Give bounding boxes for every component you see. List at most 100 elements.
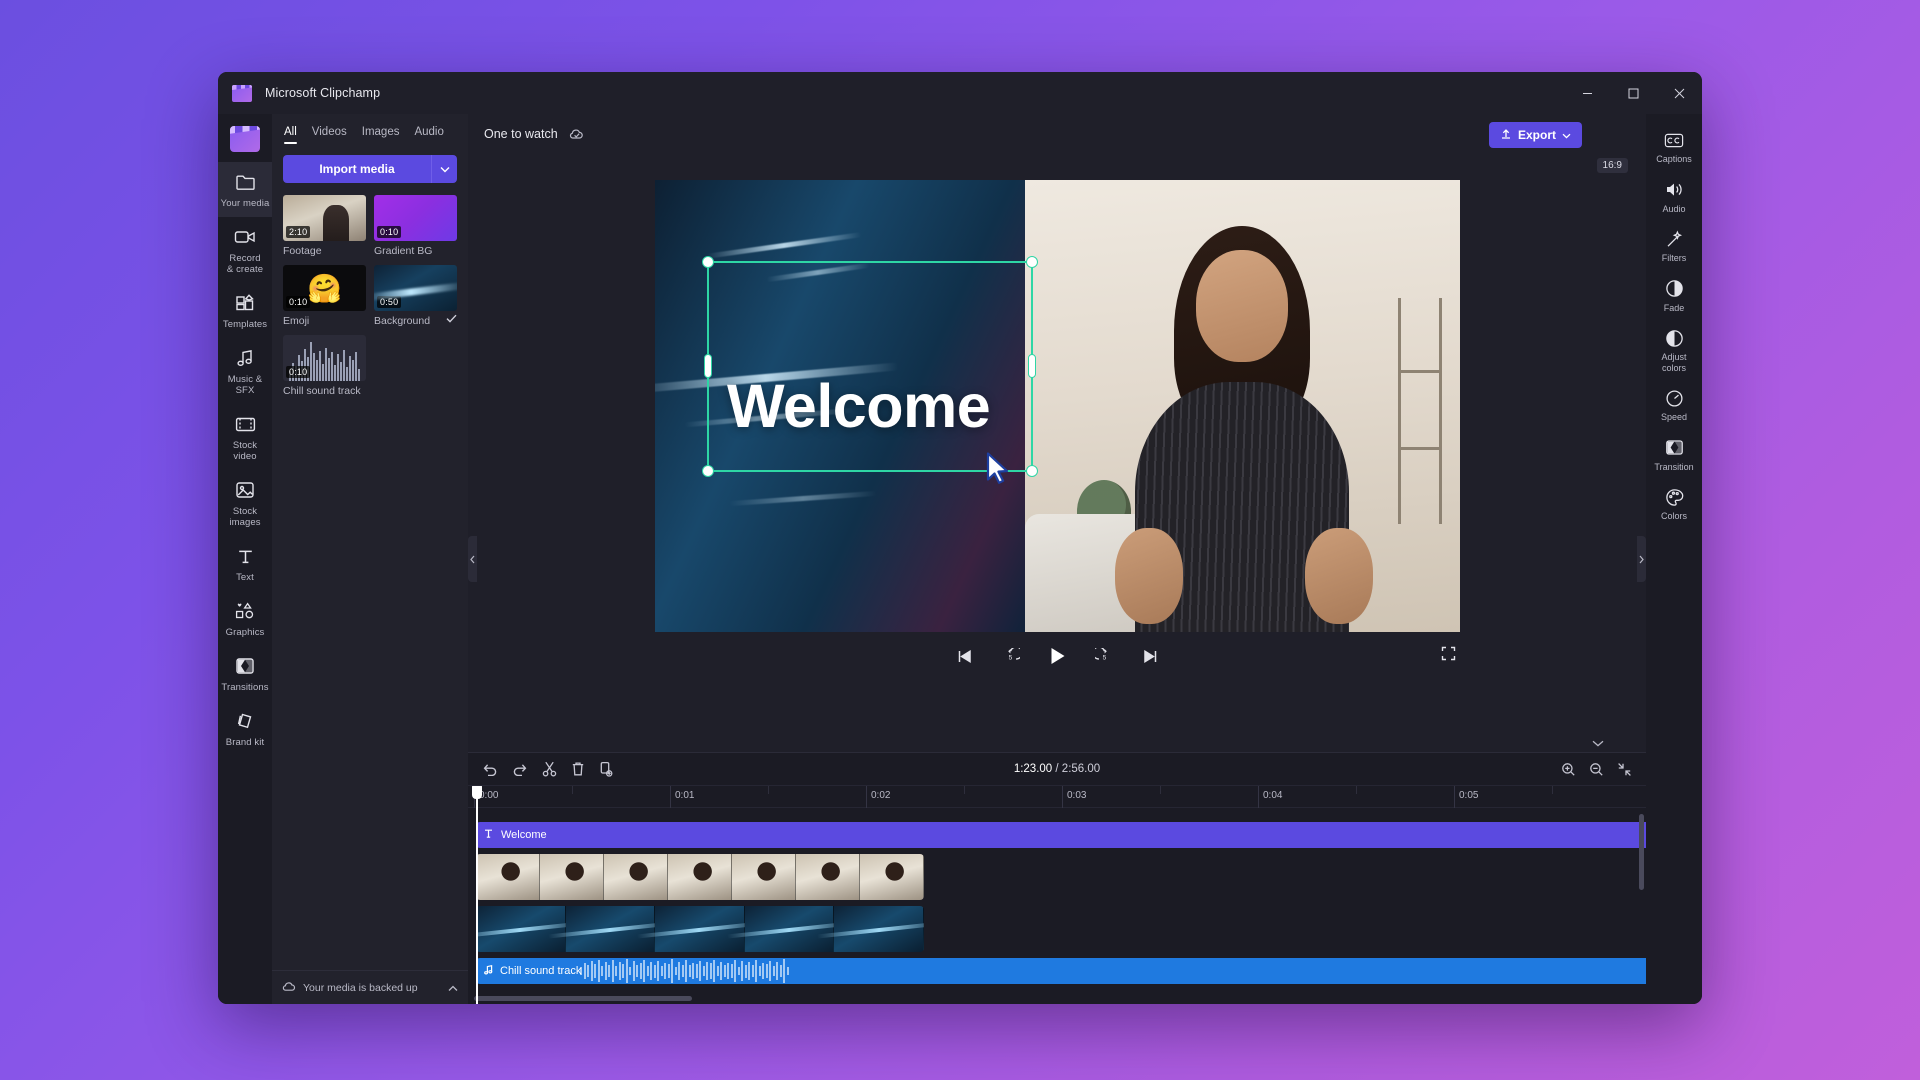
resize-handle-bottom-left[interactable]: [701, 464, 714, 477]
export-button[interactable]: Export: [1488, 122, 1582, 148]
tool-item-adjust-colors[interactable]: Adjust colors: [1646, 320, 1702, 380]
redo-icon[interactable]: [512, 762, 528, 776]
playhead-handle[interactable]: [472, 786, 482, 799]
media-item-label: Emoji: [283, 315, 310, 327]
sidebar-item-stock-video[interactable]: Stock video: [218, 404, 272, 470]
project-title[interactable]: One to watch: [484, 127, 558, 141]
transition-icon: [1665, 438, 1684, 458]
skip-to-start-icon[interactable]: [956, 649, 973, 664]
sidebar-item-your-media[interactable]: Your media: [218, 162, 272, 217]
sidebar-item-graphics[interactable]: Graphics: [218, 591, 272, 646]
tool-item-label: Transition: [1654, 461, 1694, 472]
tool-item-label: Colors: [1660, 511, 1687, 521]
sidebar-item-label: Stock images: [229, 506, 260, 528]
total-time: 2:56.00: [1061, 763, 1101, 775]
media-thumbnail-waveform: 0:10: [283, 335, 366, 381]
tab-videos[interactable]: Videos: [312, 126, 347, 145]
timeline-panel: 1:23.00 / 2:56.00 0:00 0:01 0:02 0:03 0:…: [468, 752, 1646, 1004]
resize-handle-bottom-right[interactable]: [1025, 464, 1038, 477]
chevron-down-icon[interactable]: [431, 155, 457, 183]
resize-handle-top-left[interactable]: [701, 256, 714, 269]
cloud-sync-icon: [568, 127, 585, 141]
media-item-label: Chill sound track: [283, 385, 361, 397]
export-label: Export: [1517, 128, 1556, 142]
clipchamp-logo-icon[interactable]: [230, 126, 260, 152]
sidebar-item-music-sfx[interactable]: Music & SFX: [218, 338, 272, 404]
sidebar-item-brand-kit[interactable]: Brand kit: [218, 701, 272, 756]
media-item-background[interactable]: 0:50 Background: [374, 265, 457, 327]
chevron-up-icon[interactable]: [448, 979, 458, 997]
forward-5-icon[interactable]: 5: [1094, 647, 1114, 665]
tool-item-transition[interactable]: Transition: [1646, 430, 1702, 480]
folder-icon: [235, 171, 256, 193]
resize-handle-middle-left[interactable]: [703, 354, 712, 379]
timeline-track-text: Welcome: [468, 822, 1646, 848]
fit-screen-icon[interactable]: [1617, 762, 1632, 777]
tool-item-filters[interactable]: Filters: [1646, 221, 1702, 271]
chevron-left-icon[interactable]: [468, 536, 477, 582]
speaker-icon: [1664, 180, 1684, 200]
sidebar-item-label: Text: [236, 572, 254, 583]
sidebar-item-stock-images[interactable]: Stock images: [218, 470, 272, 536]
app-window: Microsoft Clipchamp Your media Record & …: [218, 72, 1702, 1004]
zoom-in-icon[interactable]: [1561, 762, 1576, 777]
tool-item-speed[interactable]: Speed: [1646, 380, 1702, 430]
close-icon[interactable]: [1656, 72, 1702, 114]
sidebar-item-templates[interactable]: Templates: [218, 283, 272, 338]
media-item-footage[interactable]: 2:10 Footage: [283, 195, 366, 257]
hugging-face-emoji: 🤗: [307, 272, 342, 304]
tab-audio[interactable]: Audio: [414, 126, 443, 145]
timeline-clip-background[interactable]: [476, 906, 924, 952]
media-item-gradient-bg[interactable]: 0:10 Gradient BG: [374, 195, 457, 257]
trash-icon[interactable]: [571, 761, 585, 777]
rewind-5-icon[interactable]: 5: [1001, 647, 1020, 665]
play-icon[interactable]: [1048, 646, 1067, 666]
sidebar-item-transitions[interactable]: Transitions: [218, 646, 272, 701]
media-thumbnail: 2:10: [283, 195, 366, 241]
media-duration: 0:50: [377, 296, 402, 308]
tool-item-captions[interactable]: Captions: [1646, 122, 1702, 172]
tool-item-fade[interactable]: Fade: [1646, 271, 1702, 321]
text-selection-box[interactable]: [701, 256, 1038, 477]
timeline-horizontal-scrollbar[interactable]: [474, 996, 692, 1001]
timeline-clip-footage[interactable]: [476, 854, 924, 900]
playback-controls: 5 5: [655, 634, 1460, 678]
label-line-1: Stock: [232, 506, 258, 517]
timeline-ruler[interactable]: 0:00 0:01 0:02 0:03 0:04 0:05 0:06: [468, 786, 1646, 808]
label-line-2: images: [229, 517, 261, 528]
sidebar-item-record-create[interactable]: Record & create: [218, 217, 272, 283]
center-column: One to watch Export 16:9 Welcome 5 5 1:2…: [468, 114, 1646, 1004]
media-item-emoji[interactable]: 🤗 0:10 Emoji: [283, 265, 366, 327]
duplicate-icon[interactable]: [599, 761, 613, 777]
media-item-chill-sound-track[interactable]: 0:10 Chill sound track: [283, 335, 366, 397]
skip-to-end-icon[interactable]: [1142, 649, 1159, 664]
video-preview-stage[interactable]: Welcome: [654, 180, 1460, 632]
timeline-playhead[interactable]: [472, 786, 482, 1004]
timeline-collapse-toggle[interactable]: [468, 734, 1646, 752]
import-media-button[interactable]: Import media: [283, 155, 431, 183]
chevron-right-icon[interactable]: [1637, 536, 1646, 582]
minimize-icon[interactable]: [1564, 72, 1610, 114]
timeline-track-video-1: [468, 854, 1646, 900]
timeline-clip-text[interactable]: Welcome: [476, 822, 1646, 848]
fullscreen-icon[interactable]: [1441, 646, 1456, 666]
timeline-clip-audio[interactable]: Chill sound track: [476, 958, 1646, 984]
timecode-display: 1:23.00 / 2:56.00: [1014, 763, 1100, 775]
undo-icon[interactable]: [482, 762, 498, 776]
backup-status-label: Your media is backed up: [303, 981, 418, 994]
speed-gauge-icon: [1665, 388, 1684, 408]
scissors-icon[interactable]: [542, 761, 557, 777]
zoom-out-icon[interactable]: [1589, 762, 1604, 777]
right-arm-shape: [1305, 528, 1374, 625]
time-separator: /: [1055, 763, 1059, 775]
timeline-vertical-scrollbar[interactable]: [1639, 814, 1644, 890]
tab-all[interactable]: All: [284, 126, 297, 145]
tool-item-colors[interactable]: Colors: [1646, 479, 1702, 529]
aspect-ratio-badge[interactable]: 16:9: [1596, 158, 1628, 173]
maximize-icon[interactable]: [1610, 72, 1656, 114]
clipchamp-logo-icon: [232, 84, 252, 102]
resize-handle-middle-right[interactable]: [1027, 354, 1036, 379]
tab-images[interactable]: Images: [362, 126, 400, 145]
tool-item-audio[interactable]: Audio: [1646, 172, 1702, 222]
sidebar-item-text[interactable]: Text: [218, 536, 272, 591]
